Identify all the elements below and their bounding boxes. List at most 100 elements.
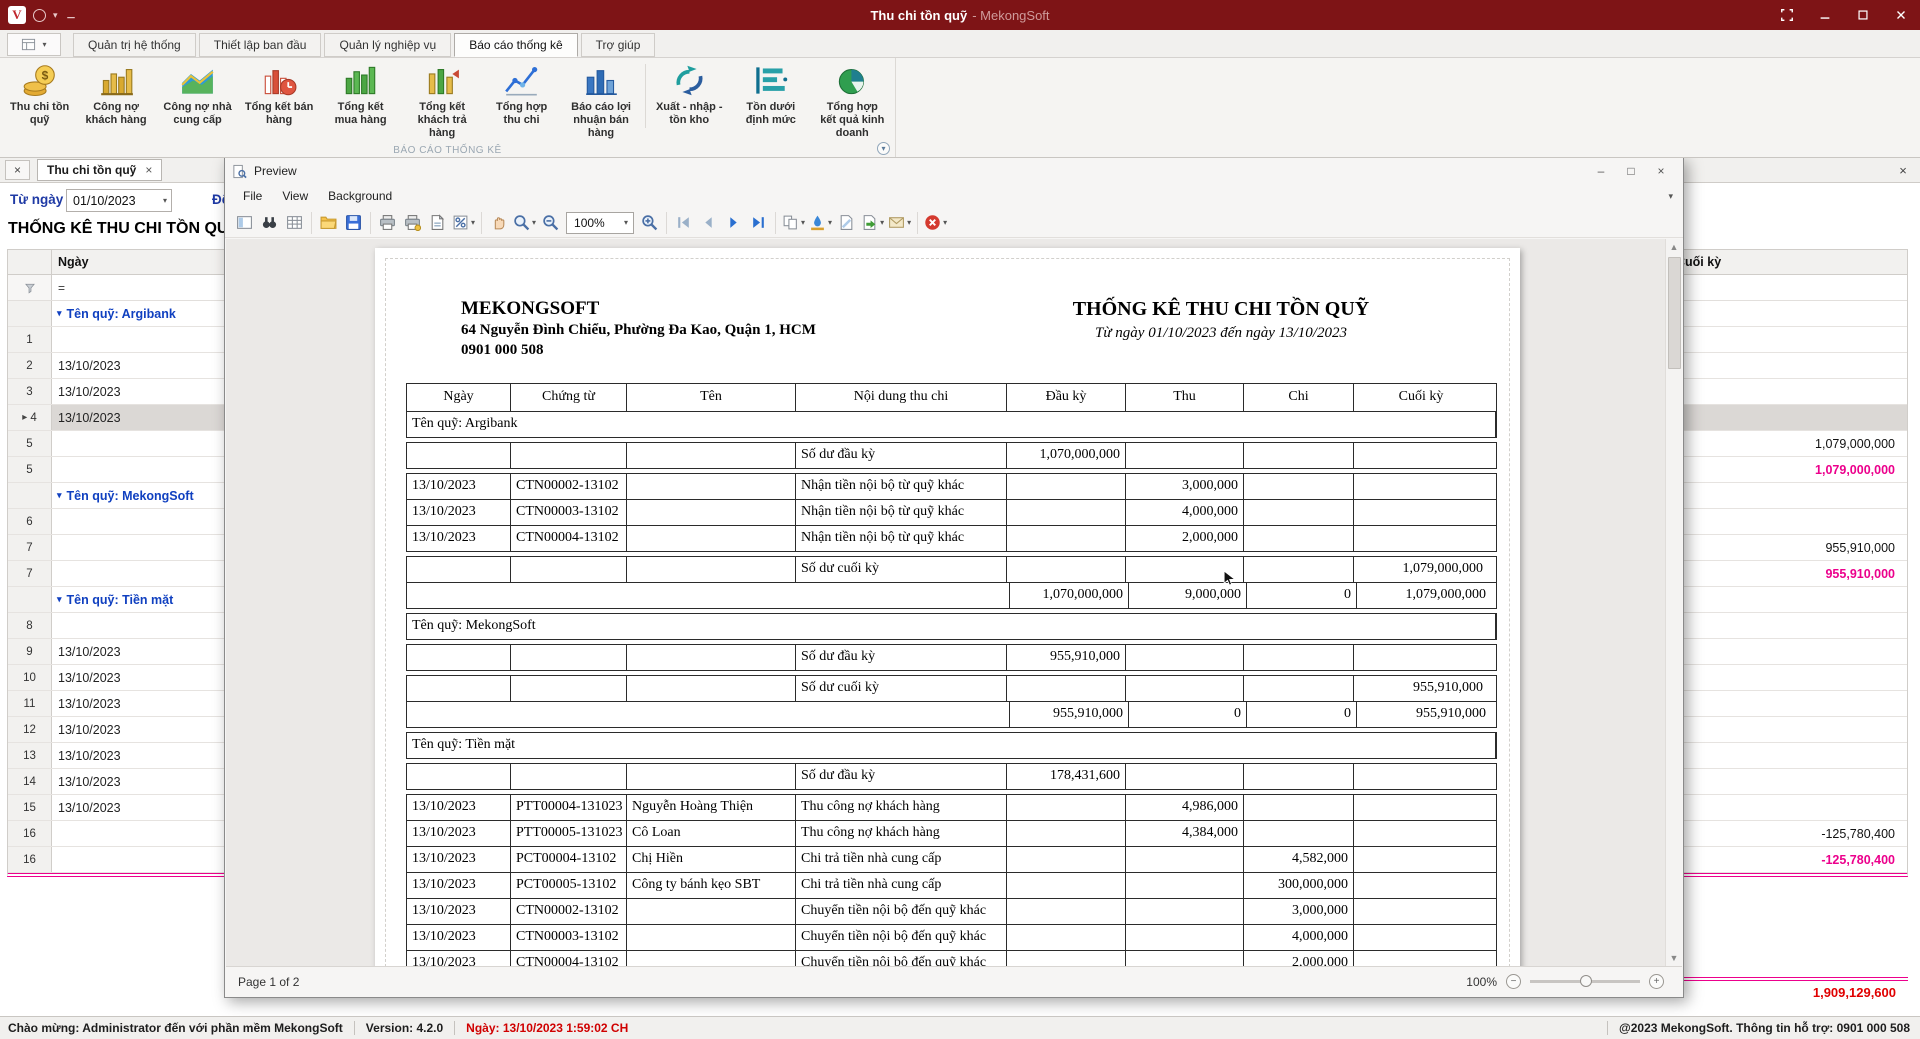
ribbon-tab[interactable]: Quản trị hệ thống [73, 33, 196, 57]
menu-item[interactable]: File [233, 186, 272, 206]
ribbon-button-khach-tra-hang[interactable]: Tổng kết khách trả hàng [401, 61, 483, 142]
preview-titlebar[interactable]: Preview – □ × [225, 158, 1683, 184]
open-button[interactable] [316, 210, 341, 235]
document-map-button[interactable] [232, 210, 257, 235]
close-tab-button[interactable]: × [5, 160, 30, 180]
grid-row[interactable] [1673, 301, 1907, 327]
tab-thu-chi-ton-quy[interactable]: Thu chi tồn quỹ × [37, 159, 162, 181]
grid-row[interactable]: 955,910,000 [1673, 561, 1907, 587]
date-dropdown-caret-icon[interactable]: ▾ [163, 196, 167, 205]
zoom-decrease-button[interactable]: − [1506, 974, 1521, 989]
group-expander-icon[interactable]: ▾ [57, 308, 62, 319]
grid-row[interactable]: -125,780,400 [1673, 821, 1907, 847]
grid-row[interactable] [1673, 665, 1907, 691]
group-expander-icon[interactable]: ▾ [57, 490, 62, 501]
grid-row[interactable] [1673, 795, 1907, 821]
from-date-field[interactable]: ▾ [66, 189, 172, 212]
page-color-button[interactable]: ▾ [807, 210, 834, 235]
ribbon-tab[interactable]: Thiết lập ban đầu [199, 33, 322, 57]
zoom-slider-knob[interactable] [1580, 975, 1592, 987]
zoom-increase-button[interactable]: + [1649, 974, 1664, 989]
exit-preview-button[interactable]: ▾ [922, 210, 949, 235]
zoom-slider[interactable] [1530, 980, 1640, 983]
ribbon-button-cong-no-khach-hang[interactable]: Công nợ khách hàng [75, 61, 157, 129]
watermark-button[interactable] [834, 210, 859, 235]
grid-row[interactable] [1673, 613, 1907, 639]
menu-overflow-caret-icon[interactable]: ▾ [1668, 191, 1673, 202]
ribbon-button-cong-no-ncc[interactable]: Công nợ nhà cung cấp [157, 61, 239, 129]
menu-item[interactable]: View [272, 186, 318, 206]
preview-vertical-scrollbar[interactable]: ▲ ▼ [1665, 239, 1682, 966]
minimize-button[interactable] [1806, 0, 1844, 30]
editing-fields-button[interactable] [282, 210, 307, 235]
grid-row[interactable] [1673, 379, 1907, 405]
grid-row[interactable] [1673, 639, 1907, 665]
quick-print-button[interactable] [400, 210, 425, 235]
fullscreen-button[interactable] [1768, 0, 1806, 30]
filter-indicator-cell[interactable] [8, 275, 52, 300]
close-all-tabs-button[interactable]: × [1893, 160, 1913, 180]
grid-row[interactable] [1673, 483, 1907, 509]
ribbon-button-tong-ket-mua-hang[interactable]: Tổng kết mua hàng [320, 61, 402, 129]
send-email-button[interactable]: ▾ [886, 210, 913, 235]
previous-page-button[interactable] [696, 210, 721, 235]
last-page-button[interactable] [746, 210, 771, 235]
app-menu-button[interactable]: ▾ [7, 33, 61, 56]
ribbon-button-loi-nhuan-ban-hang[interactable]: Báo cáo lợi nhuận bán hàng [560, 61, 642, 142]
ribbon-tab[interactable]: Báo cáo thống kê [454, 33, 577, 57]
grid-row[interactable] [1673, 327, 1907, 353]
grid-row[interactable]: 1,079,000,000 [1673, 457, 1907, 483]
from-date-input[interactable] [67, 194, 147, 208]
zoom-caret-icon[interactable]: ▾ [624, 218, 628, 227]
first-page-button[interactable] [671, 210, 696, 235]
search-button[interactable] [257, 210, 282, 235]
print-button[interactable] [375, 210, 400, 235]
group-dialog-launcher[interactable]: ▾ [877, 142, 890, 155]
tab-close-icon[interactable]: × [145, 163, 152, 177]
grid-row[interactable] [1673, 353, 1907, 379]
scroll-down-icon[interactable]: ▼ [1666, 950, 1682, 966]
hand-tool-button[interactable] [486, 210, 511, 235]
menu-item[interactable]: Background [318, 186, 402, 206]
ribbon-button-ton-duoi-dinh-muc[interactable]: Tồn dưới định mức [730, 61, 812, 129]
grid-row[interactable] [1673, 717, 1907, 743]
ribbon-button-ket-qua-kinh-doanh[interactable]: Tổng hợp kết quả kinh doanh [812, 61, 894, 142]
grid-row[interactable] [1673, 587, 1907, 613]
close-button[interactable] [1882, 0, 1920, 30]
preview-close-button[interactable]: × [1646, 162, 1676, 181]
ribbon-button-xuat-nhap-ton[interactable]: Xuất - nhập - tồn kho [649, 61, 731, 129]
next-page-button[interactable] [721, 210, 746, 235]
scroll-up-icon[interactable]: ▲ [1666, 239, 1682, 255]
grid-row[interactable]: -125,780,400 [1673, 847, 1907, 873]
customize-toolbar-icon[interactable] [65, 9, 77, 21]
maximize-button[interactable] [1844, 0, 1882, 30]
quick-access-icon[interactable] [33, 9, 46, 22]
filter-operator-cell[interactable]: = [1673, 275, 1907, 300]
grid-row[interactable] [1673, 691, 1907, 717]
quick-access-caret-icon[interactable]: ▾ [53, 10, 58, 21]
export-button[interactable]: ▾ [859, 210, 886, 235]
preview-maximize-button[interactable]: □ [1616, 162, 1646, 181]
ribbon-tab[interactable]: Trợ giúp [581, 33, 656, 57]
grid-row[interactable] [1673, 405, 1907, 431]
ribbon-button-thu-chi-ton-quy[interactable]: Thu chi tồn quỹ [4, 61, 75, 129]
scale-button[interactable]: ▾ [450, 210, 477, 235]
ribbon-button-tong-hop-thu-chi[interactable]: Tổng hợp thu chi [483, 61, 560, 129]
zoom-combo[interactable]: 100% ▾ [566, 212, 634, 234]
scrollbar-thumb[interactable] [1668, 257, 1681, 369]
ribbon-button-tong-ket-ban-hang[interactable]: Tổng kết bán hàng [238, 61, 320, 129]
zoom-in-button[interactable] [637, 210, 662, 235]
multiple-pages-button[interactable]: ▾ [780, 210, 807, 235]
ribbon-tab[interactable]: Quản lý nghiệp vụ [324, 33, 451, 57]
grid-row[interactable]: 955,910,000 [1673, 535, 1907, 561]
zoom-out-button[interactable] [538, 210, 563, 235]
save-button[interactable] [341, 210, 366, 235]
page-setup-button[interactable] [425, 210, 450, 235]
group-expander-icon[interactable]: ▾ [57, 594, 62, 605]
grid-row[interactable] [1673, 769, 1907, 795]
grid-row[interactable] [1673, 509, 1907, 535]
column-header-cuoi-ky[interactable]: Cuối kỳ [1673, 250, 1907, 274]
grid-row[interactable]: 1,079,000,000 [1673, 431, 1907, 457]
magnifier-button[interactable]: ▾ [511, 210, 538, 235]
grid-row[interactable] [1673, 743, 1907, 769]
